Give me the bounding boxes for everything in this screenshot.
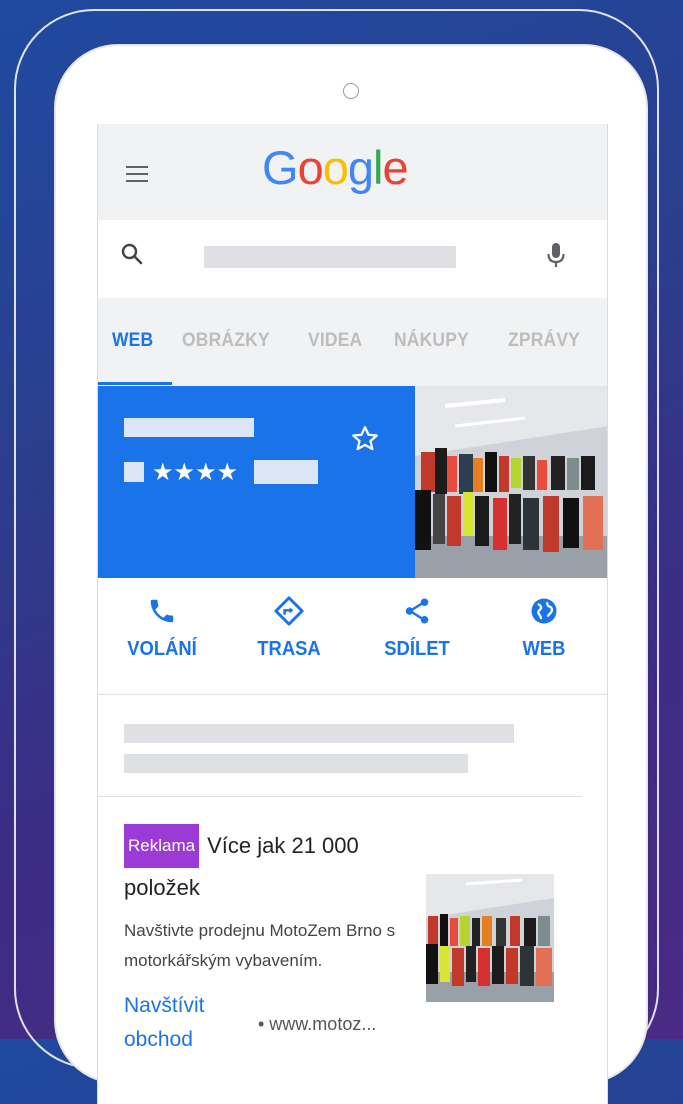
website-label: WEB [522, 638, 566, 660]
share-label: SDÍLET [384, 638, 450, 660]
rating-value-placeholder [124, 462, 144, 482]
directions-icon [274, 596, 304, 626]
search-input[interactable] [204, 246, 456, 268]
text-placeholder-line [124, 724, 514, 743]
store-photo[interactable] [415, 386, 607, 578]
tab-nakupy[interactable]: NÁKUPY [394, 330, 469, 352]
website-button[interactable]: WEB [484, 596, 604, 661]
call-button[interactable]: VOLÁNÍ [102, 596, 222, 661]
camera-icon [343, 83, 359, 99]
share-button[interactable]: SDÍLET [357, 596, 477, 661]
hamburger-menu-icon[interactable] [126, 166, 148, 182]
phone-screen: Google WEB OBRÁZKY VIDEA NÁKUPY ZPRÁVY ★… [97, 124, 608, 1104]
business-info-panel: ★★★★ [98, 386, 415, 578]
google-logo[interactable]: Google [262, 140, 409, 195]
visit-store-link[interactable]: Navštívit obchod [124, 994, 205, 1051]
tab-obrazky[interactable]: OBRÁZKY [182, 330, 270, 352]
tab-zpravy[interactable]: ZPRÁVY [508, 330, 580, 352]
tab-videa[interactable]: VIDEA [308, 330, 362, 352]
business-name-placeholder [124, 418, 254, 437]
search-icon[interactable] [120, 242, 144, 266]
ad-badge: Reklama [124, 824, 200, 868]
section-divider [98, 796, 582, 797]
business-actions: VOLÁNÍ TRASA SDÍLET WEB [98, 578, 607, 695]
save-star-icon[interactable] [350, 424, 380, 454]
active-tab-indicator [98, 382, 172, 385]
tab-web[interactable]: WEB [112, 330, 153, 352]
directions-label: TRASA [257, 638, 321, 660]
share-icon [405, 598, 429, 624]
ad-thumbnail[interactable] [426, 874, 554, 1002]
ad-result: Reklama Více jak 21 000 položek Navštivte… [124, 824, 424, 1058]
call-label: VOLÁNÍ [127, 638, 197, 660]
business-card[interactable]: ★★★★ [98, 386, 607, 578]
rating-row: ★★★★ [124, 458, 319, 486]
phone-icon [150, 599, 174, 623]
review-count-placeholder [254, 460, 319, 484]
ad-title-row[interactable]: Reklama Více jak 21 000 položek [124, 824, 424, 908]
microphone-icon[interactable] [546, 242, 566, 268]
search-tabs: WEB OBRÁZKY VIDEA NÁKUPY ZPRÁVY [98, 298, 607, 386]
ad-description: Navštivte prodejnu MotoZem Brno s motork… [124, 921, 396, 970]
phone-frame: Google WEB OBRÁZKY VIDEA NÁKUPY ZPRÁVY ★… [54, 44, 648, 1104]
ad-url: • www.motoz... [258, 1014, 377, 1034]
search-bar [98, 220, 607, 298]
directions-button[interactable]: TRASA [229, 596, 349, 661]
text-placeholder-line [124, 754, 468, 773]
rating-stars: ★★★★ [152, 458, 239, 486]
globe-icon [531, 598, 557, 624]
google-header: Google [98, 124, 607, 220]
